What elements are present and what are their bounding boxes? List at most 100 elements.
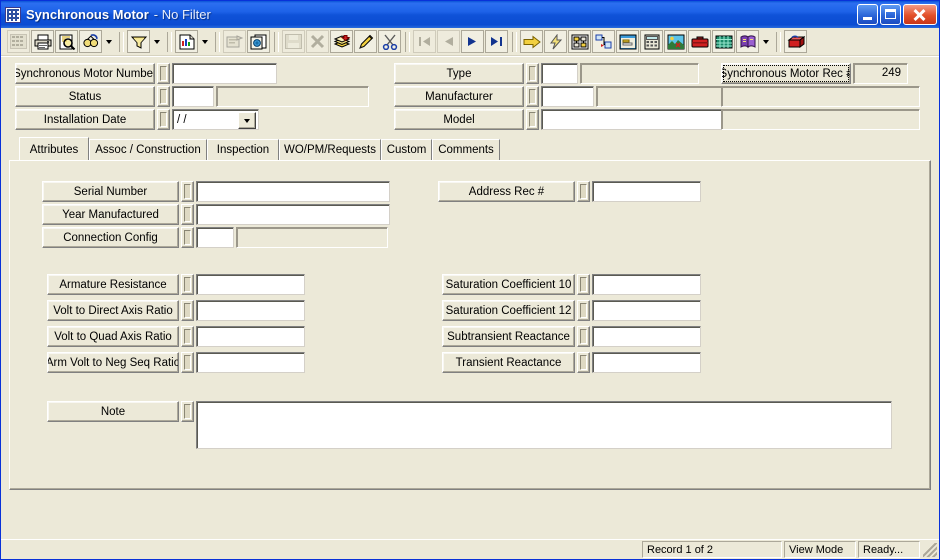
toolbar-separator xyxy=(274,31,279,52)
lookup-button-armature-resistance[interactable] xyxy=(181,274,194,295)
window-form-icon[interactable] xyxy=(616,30,639,53)
report-dropdown-icon[interactable] xyxy=(199,30,211,53)
lookup-button-year-manufactured[interactable] xyxy=(181,204,194,225)
grid-view-icon[interactable] xyxy=(7,30,30,53)
edit-record-icon[interactable] xyxy=(354,30,377,53)
input-armature-resistance[interactable] xyxy=(196,274,305,295)
lookup-button-type[interactable] xyxy=(526,63,539,84)
lookup-button-volt-to-direct-axis-ratio[interactable] xyxy=(181,300,194,321)
input-serial-number[interactable] xyxy=(196,181,390,202)
lookup-button-saturation-coefficient-10[interactable] xyxy=(577,274,590,295)
next-record-icon[interactable] xyxy=(461,30,484,53)
lookup-button-note[interactable] xyxy=(181,401,194,422)
input-installation-date[interactable]: / / xyxy=(172,109,259,130)
input-status-code[interactable] xyxy=(172,86,214,107)
input-year-manufactured[interactable] xyxy=(196,204,390,225)
lookup-button-address-rec-number[interactable] xyxy=(577,181,590,202)
input-saturation-coefficient-12[interactable] xyxy=(592,300,701,321)
label-manufacturer: Manufacturer xyxy=(394,86,524,107)
lookup-button-subtransient-reactance[interactable] xyxy=(577,326,590,347)
label-volt-to-direct-axis-ratio: Volt to Direct Axis Ratio xyxy=(47,300,179,321)
tab-comments[interactable]: Comments xyxy=(432,139,500,160)
window-title: Synchronous Motor xyxy=(26,7,149,22)
input-saturation-coefficient-10[interactable] xyxy=(592,274,701,295)
label-installation-date: Installation Date xyxy=(15,109,155,130)
lookup-button-installation-date[interactable] xyxy=(157,109,170,130)
input-note[interactable] xyxy=(196,401,892,449)
lookup-button-arm-volt-to-neg-seq-ratio[interactable] xyxy=(181,352,194,373)
input-model[interactable] xyxy=(541,109,740,130)
goto-icon[interactable] xyxy=(520,30,543,53)
quick-action-icon[interactable] xyxy=(544,30,567,53)
last-record-icon[interactable] xyxy=(485,30,508,53)
image-map-icon[interactable] xyxy=(664,30,687,53)
title-bar: Synchronous Motor - No Filter xyxy=(1,1,939,28)
lookup-button-connection-config[interactable] xyxy=(181,227,194,248)
help-book-icon[interactable] xyxy=(736,30,759,53)
input-address-rec-number[interactable] xyxy=(592,181,701,202)
form-design-icon[interactable] xyxy=(223,30,246,53)
tab-attributes[interactable]: Attributes xyxy=(19,137,89,160)
minimize-button[interactable] xyxy=(857,4,878,25)
lookup-button-volt-to-quad-axis-ratio[interactable] xyxy=(181,326,194,347)
tab-assoc-construction-label: Assoc / Construction xyxy=(95,144,201,156)
add-record-icon[interactable] xyxy=(330,30,353,53)
field-row-status: Status xyxy=(15,86,369,107)
input-connection-config-description xyxy=(236,227,388,248)
save-icon[interactable] xyxy=(282,30,305,53)
print-preview-icon[interactable] xyxy=(55,30,78,53)
delete-icon[interactable] xyxy=(306,30,329,53)
label-address-rec-number: Address Rec # xyxy=(438,181,575,202)
field-row-installation-date: Installation Date / / xyxy=(15,109,259,130)
lookup-button-synchronous-motor-number[interactable] xyxy=(157,63,170,84)
grid-icon[interactable] xyxy=(5,6,21,23)
field-row-serial-number: Serial Number xyxy=(42,181,390,202)
resize-grip-icon[interactable] xyxy=(923,542,937,557)
filter-icon[interactable] xyxy=(127,30,150,53)
calculator-icon[interactable] xyxy=(640,30,663,53)
lookup-button-serial-number[interactable] xyxy=(181,181,194,202)
hierarchy-icon[interactable] xyxy=(592,30,615,53)
tab-wo-pm-requests[interactable]: WO/PM/Requests xyxy=(279,139,381,160)
chevron-down-icon[interactable] xyxy=(238,112,256,129)
tab-custom[interactable]: Custom xyxy=(381,139,432,160)
lookup-button-saturation-coefficient-12[interactable] xyxy=(577,300,590,321)
input-synchronous-motor-number[interactable] xyxy=(172,63,277,84)
first-record-icon[interactable] xyxy=(413,30,436,53)
filter-dropdown-icon[interactable] xyxy=(151,30,163,53)
input-connection-config-code[interactable] xyxy=(196,227,234,248)
tab-assoc-construction[interactable]: Assoc / Construction xyxy=(89,139,207,160)
input-subtransient-reactance[interactable] xyxy=(592,326,701,347)
input-arm-volt-to-neg-seq-ratio[interactable] xyxy=(196,352,305,373)
lookup-button-status[interactable] xyxy=(157,86,170,107)
input-manufacturer-code[interactable] xyxy=(541,86,594,107)
previous-record-icon[interactable] xyxy=(437,30,460,53)
help-dropdown-icon[interactable] xyxy=(760,30,772,53)
toolbox-icon[interactable] xyxy=(688,30,711,53)
lookup-button-model[interactable] xyxy=(526,109,539,130)
tab-wo-pm-requests-label: WO/PM/Requests xyxy=(283,144,377,156)
report-icon[interactable] xyxy=(175,30,198,53)
find-icon[interactable] xyxy=(79,30,102,53)
tab-inspection[interactable]: Inspection xyxy=(207,139,279,160)
input-volt-to-direct-axis-ratio[interactable] xyxy=(196,300,305,321)
input-type-code[interactable] xyxy=(541,63,578,84)
close-button[interactable] xyxy=(903,4,937,25)
spreadsheet-icon[interactable] xyxy=(712,30,735,53)
cut-icon[interactable] xyxy=(378,30,401,53)
input-volt-to-quad-axis-ratio[interactable] xyxy=(196,326,305,347)
field-row-subtransient-reactance: Subtransient Reactance xyxy=(442,326,701,347)
diagram-icon[interactable] xyxy=(568,30,591,53)
lookup-button-manufacturer[interactable] xyxy=(526,86,539,107)
find-dropdown-icon[interactable] xyxy=(103,30,115,53)
input-transient-reactance[interactable] xyxy=(592,352,701,373)
toolbar-separator xyxy=(512,31,517,52)
minimize-icon xyxy=(863,17,872,20)
label-transient-reactance: Transient Reactance xyxy=(442,352,575,373)
label-arm-volt-to-neg-seq-ratio: Arm Volt to Neg Seq Ratio xyxy=(47,352,179,373)
lookup-button-transient-reactance[interactable] xyxy=(577,352,590,373)
maximize-button[interactable] xyxy=(880,4,901,25)
print-icon[interactable] xyxy=(31,30,54,53)
duplicate-icon[interactable] xyxy=(247,30,270,53)
exit-icon[interactable] xyxy=(784,30,807,53)
